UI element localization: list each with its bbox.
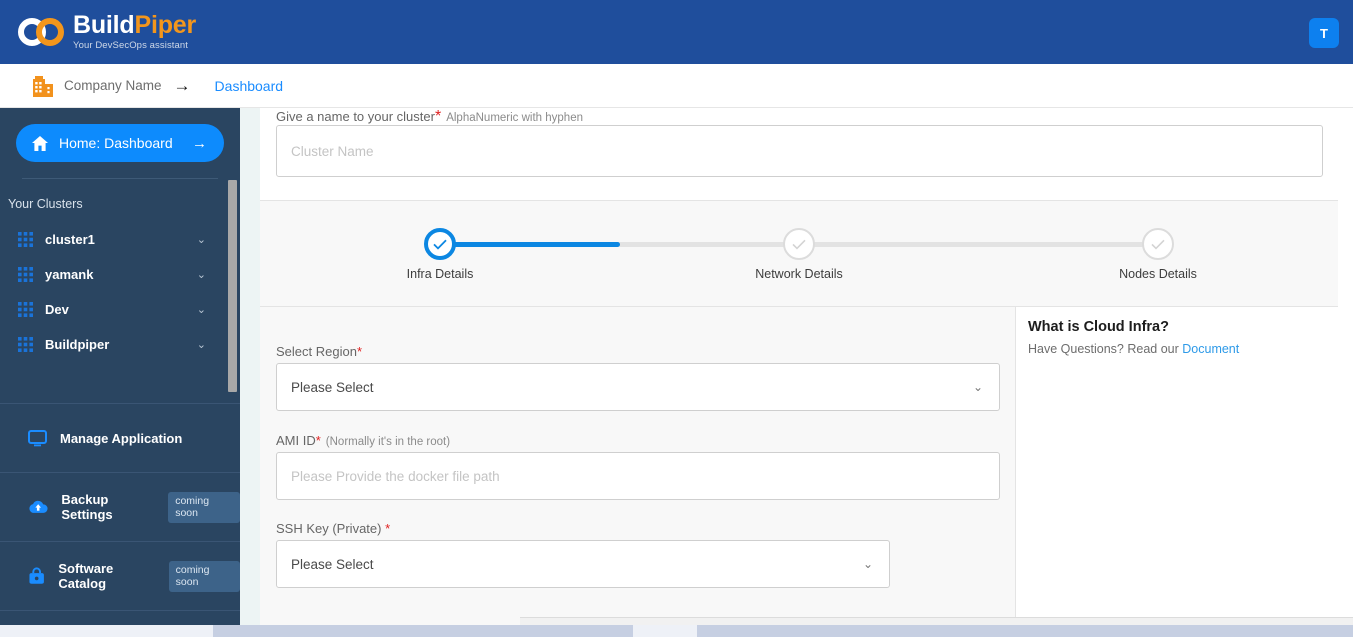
sidebar-item-dev[interactable]: Dev ⌄ xyxy=(0,292,240,327)
required-marker: * xyxy=(434,108,442,125)
ssh-label-group: SSH Key (Private) * xyxy=(276,521,390,536)
ami-id-hint: (Normally it's in the root) xyxy=(325,436,451,448)
coming-soon-badge: coming soon xyxy=(168,560,240,592)
top-header: BuildPiper Your DevSecOps assistant T xyxy=(0,0,1353,64)
step-node-nodes-details[interactable] xyxy=(1142,228,1174,260)
info-panel-heading: What is Cloud Infra? xyxy=(1028,319,1169,335)
arrow-right-icon: → xyxy=(192,134,207,152)
cluster-name-input[interactable] xyxy=(276,125,1323,177)
cluster-name-card: Give a name to your cluster* AlphaNumeric… xyxy=(260,108,1338,201)
layout-gap xyxy=(240,108,260,637)
logo-text-piper: Piper xyxy=(134,11,197,40)
sidebar-label: Backup Settings xyxy=(61,492,113,522)
chevron-down-icon[interactable]: ⌄ xyxy=(197,303,206,316)
ssh-key-selected-value: Please Select xyxy=(291,556,374,572)
step-node-network-details[interactable] xyxy=(783,228,815,260)
building-icon xyxy=(33,75,53,97)
cluster-label: cluster1 xyxy=(45,232,95,247)
horizontal-scrollbar-thumb-secondary[interactable] xyxy=(697,625,1353,637)
main-bottom-edge xyxy=(520,617,1353,625)
region-select[interactable]: Please Select ⌄ xyxy=(276,363,1000,411)
main-content: Give a name to your cluster* AlphaNumeric… xyxy=(260,108,1353,637)
sidebar-divider xyxy=(22,178,218,179)
ami-label-group: AMI ID* (Normally it's in the root) xyxy=(276,433,450,448)
sidebar-item-software-catalog[interactable]: Software Catalog coming soon xyxy=(0,541,240,610)
stepper-progress-fill xyxy=(440,242,620,247)
region-selected-value: Please Select xyxy=(291,379,374,395)
chevron-down-icon[interactable]: ⌄ xyxy=(197,268,206,281)
required-marker: * xyxy=(315,433,321,448)
brand-logo[interactable]: BuildPiper Your DevSecOps assistant xyxy=(18,13,196,51)
grid-icon xyxy=(18,232,33,247)
document-link[interactable]: Document xyxy=(1182,342,1239,356)
cluster-label: Buildpiper xyxy=(45,337,110,352)
logo-tagline: Your DevSecOps assistant xyxy=(73,40,189,52)
region-label-group: Select Region* xyxy=(276,344,362,359)
sidebar-scrollbar[interactable] xyxy=(228,180,237,392)
interlocking-circles-icon xyxy=(18,18,64,46)
required-marker: * xyxy=(385,521,391,536)
logo-text-build: Build xyxy=(73,11,135,40)
step-label-network-details: Network Details xyxy=(755,267,843,281)
infra-form: Select Region* Please Select ⌄ AMI ID* (N… xyxy=(260,307,1338,637)
chevron-down-icon[interactable]: ⌄ xyxy=(197,233,206,246)
step-node-infra-details[interactable] xyxy=(424,228,456,260)
sidebar-item-cluster1[interactable]: cluster1 ⌄ xyxy=(0,222,240,257)
monitor-icon xyxy=(28,429,47,446)
info-panel-prefix: Have Questions? Read our xyxy=(1028,342,1183,356)
info-panel-text: Have Questions? Read our Document xyxy=(1028,342,1239,356)
sidebar: Home: Dashboard → Your Clusters cluster1… xyxy=(0,108,240,637)
home-dashboard-label: Home: Dashboard xyxy=(59,135,173,151)
chevron-down-icon[interactable]: ⌄ xyxy=(197,338,206,351)
check-icon xyxy=(792,239,806,250)
ami-id-label: AMI ID xyxy=(276,433,316,448)
check-icon xyxy=(433,239,447,250)
sidebar-item-backup-settings[interactable]: Backup Settings coming soon xyxy=(0,472,240,541)
breadcrumb-dashboard-link[interactable]: Dashboard xyxy=(215,78,284,94)
sidebar-label: Manage Application xyxy=(60,430,183,446)
sidebar-item-buildpiper[interactable]: Buildpiper ⌄ xyxy=(0,327,240,362)
step-label-infra-details: Infra Details xyxy=(406,267,474,281)
grid-icon xyxy=(18,337,33,352)
cluster-name-label: Give a name to your cluster xyxy=(276,109,435,124)
step-label-nodes-details: Nodes Details xyxy=(1119,267,1197,281)
grid-icon xyxy=(18,267,33,282)
region-label: Select Region xyxy=(276,344,357,359)
sidebar-item-home-dashboard[interactable]: Home: Dashboard → xyxy=(16,124,224,162)
cluster-name-hint: AlphaNumeric with hyphen xyxy=(446,112,583,124)
required-marker: * xyxy=(356,344,363,359)
home-icon xyxy=(32,135,48,151)
coming-soon-badge: coming soon xyxy=(168,491,240,523)
info-panel: What is Cloud Infra? Have Questions? Rea… xyxy=(1015,307,1338,637)
basket-icon xyxy=(29,567,44,584)
chevron-down-icon: ⌄ xyxy=(862,557,873,571)
check-icon xyxy=(1151,239,1165,250)
horizontal-scrollbar-thumb[interactable] xyxy=(213,625,633,637)
cloud-upload-icon xyxy=(29,500,48,513)
sidebar-item-yamank[interactable]: yamank ⌄ xyxy=(0,257,240,292)
breadcrumb: Company Name → Dashboard xyxy=(0,64,1353,108)
ami-id-input[interactable] xyxy=(276,452,1000,500)
app-root: BuildPiper Your DevSecOps assistant T Co… xyxy=(0,0,1353,637)
breadcrumb-company: Company Name xyxy=(64,78,162,93)
ssh-key-label: SSH Key (Private) xyxy=(276,521,386,536)
ssh-key-select[interactable]: Please Select ⌄ xyxy=(276,540,890,588)
grid-icon xyxy=(18,302,33,317)
form-column: Select Region* Please Select ⌄ AMI ID* (N… xyxy=(260,307,1015,637)
cluster-label: yamank xyxy=(45,267,94,282)
sidebar-label: Software Catalog xyxy=(58,561,114,591)
avatar[interactable]: T xyxy=(1309,18,1339,48)
progress-stepper: Infra Details Network Details Nodes Deta… xyxy=(260,201,1338,307)
cluster-name-label-group: Give a name to your cluster* AlphaNumeric… xyxy=(276,108,583,126)
sidebar-item-manage-application[interactable]: Manage Application xyxy=(0,403,240,472)
arrow-right-icon: → xyxy=(173,76,191,95)
horizontal-scrollbar-track[interactable] xyxy=(0,625,1353,637)
your-clusters-heading: Your Clusters xyxy=(8,197,83,211)
chevron-down-icon: ⌄ xyxy=(972,380,983,394)
cluster-label: Dev xyxy=(45,302,69,317)
